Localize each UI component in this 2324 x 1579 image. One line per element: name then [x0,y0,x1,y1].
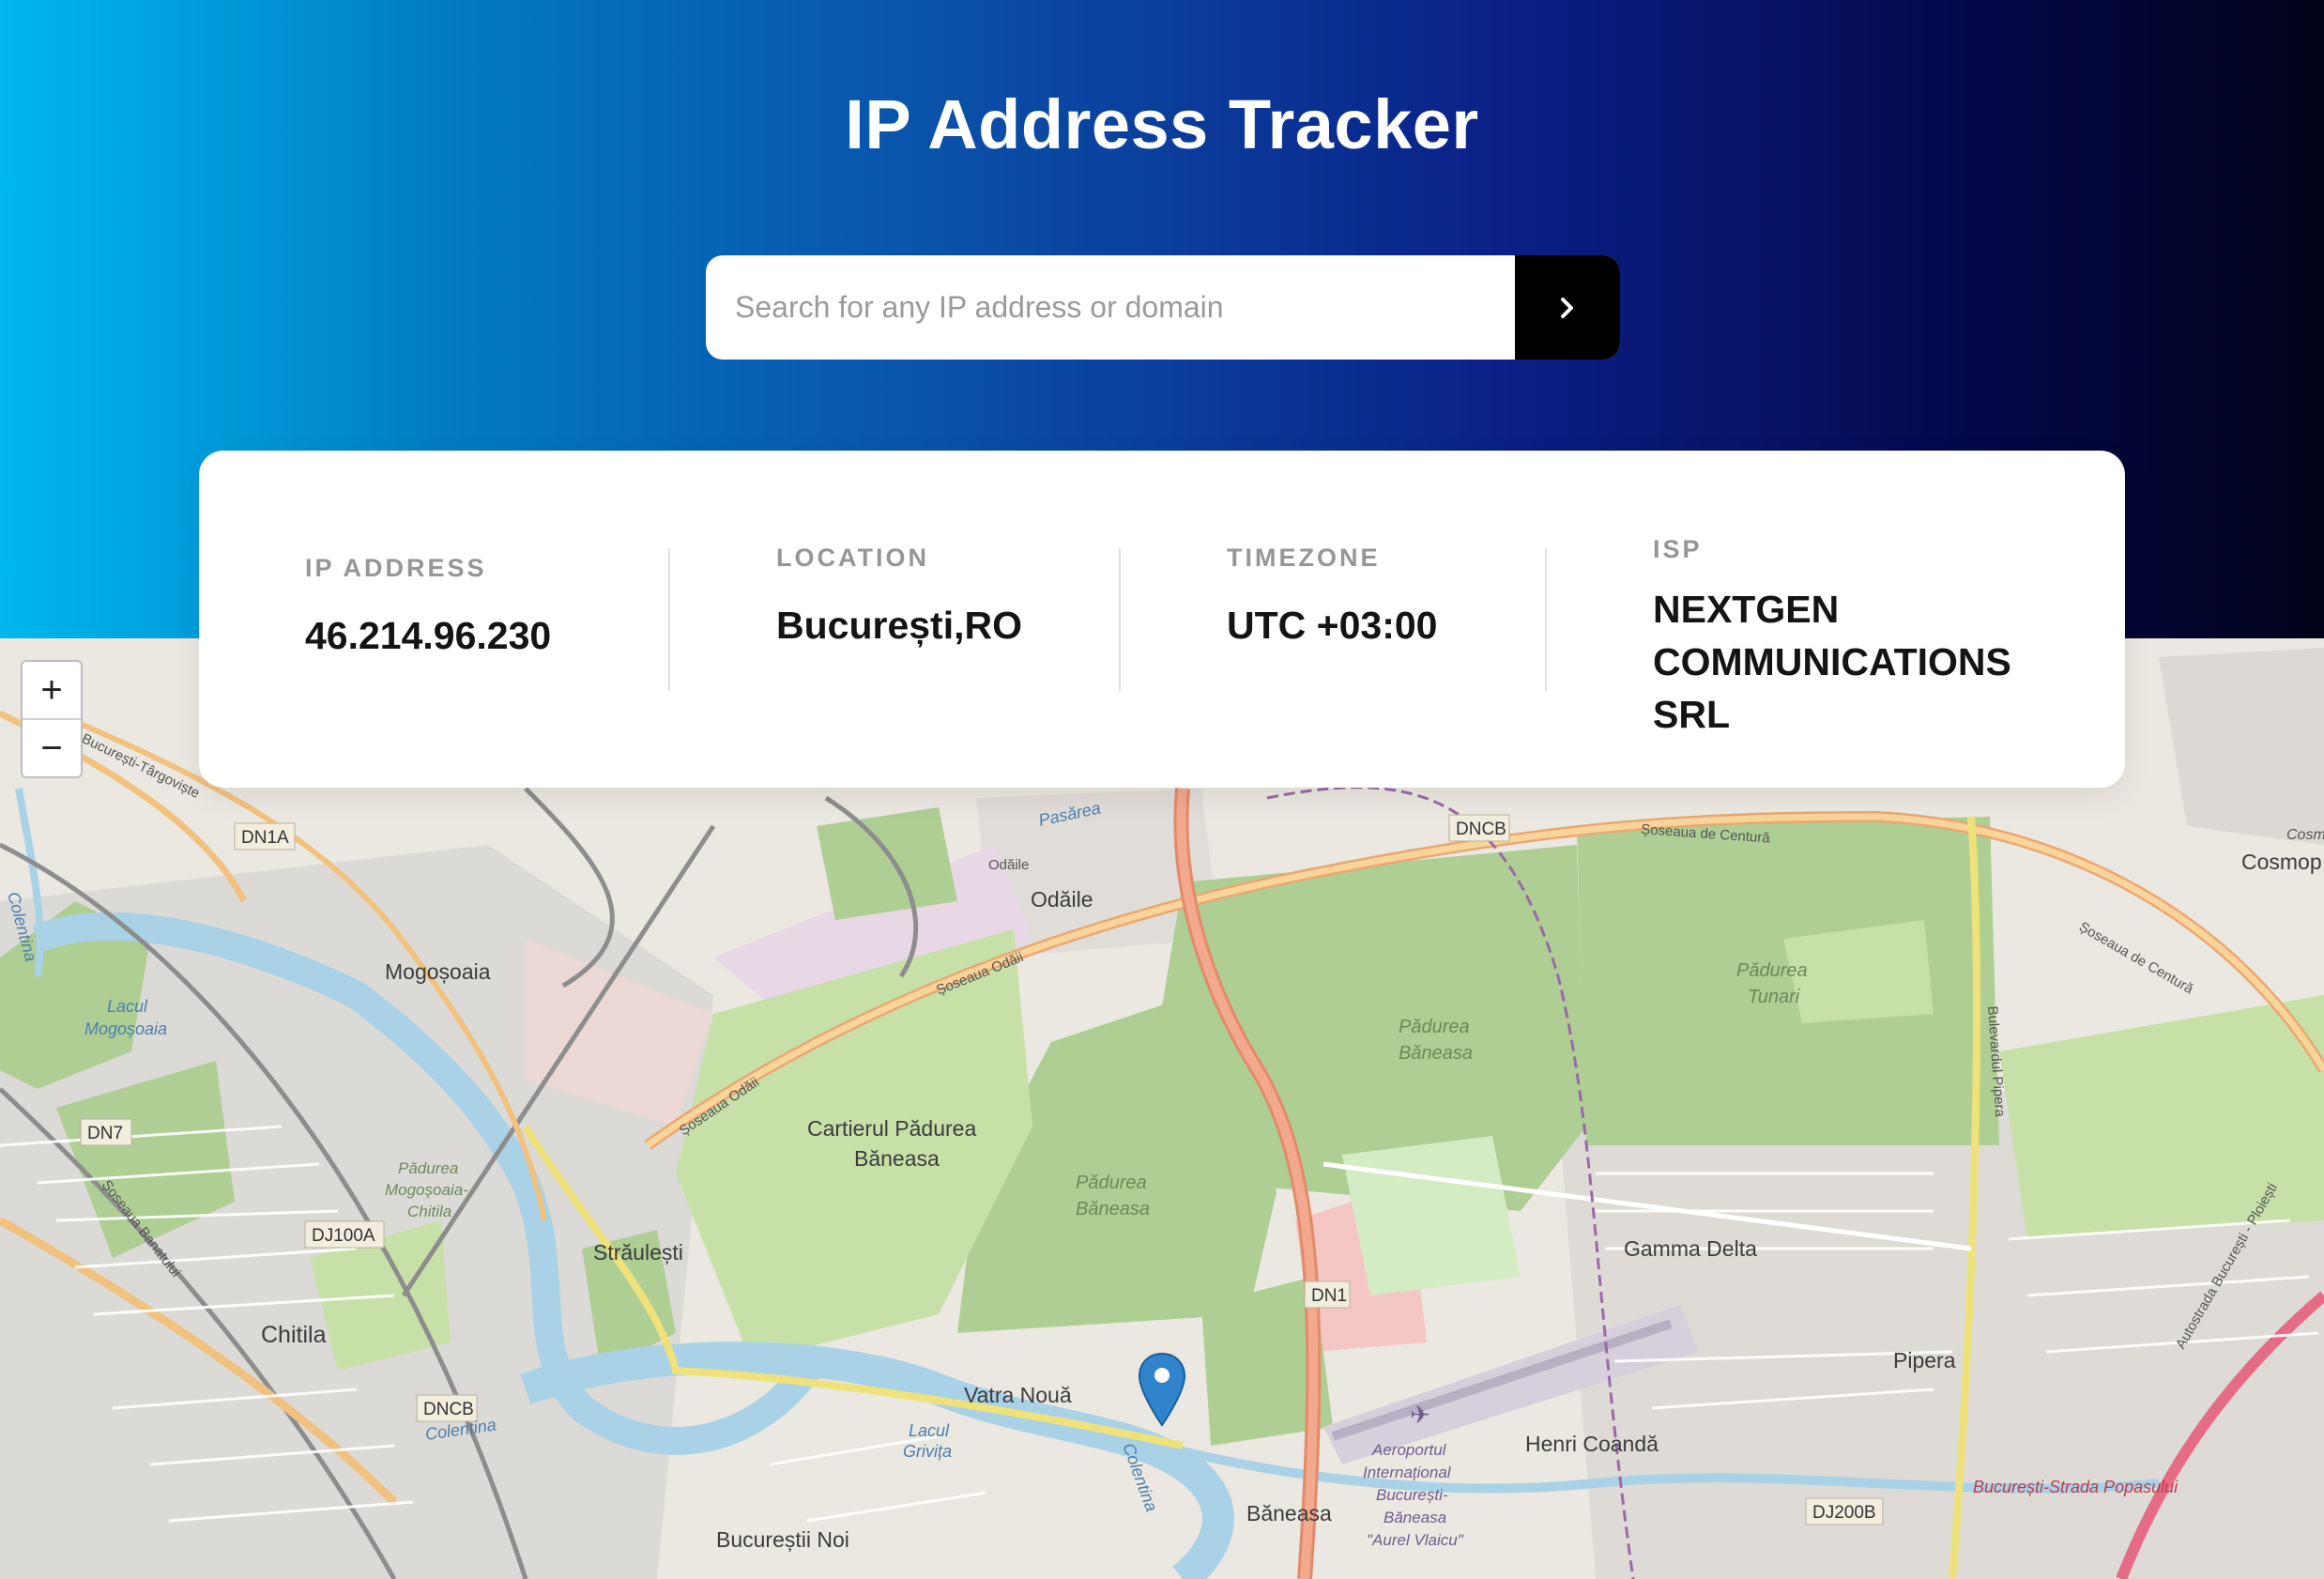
ip-address-value: 46.214.96.230 [305,614,552,657]
ip-address-section: IP ADDRESS 46.214.96.230 [305,554,551,662]
zoom-out-button[interactable]: − [23,720,81,776]
ip-address-label: IP ADDRESS [305,554,487,582]
map-label-dncb: DNCB [423,1400,474,1419]
timezone-label: TIMEZONE [1227,544,1381,572]
timezone-section: TIMEZONE UTC +03:00 [1227,544,1437,652]
map-label-cosmop: Cosmop [2241,850,2322,874]
isp-line: NEXTGEN [1653,588,1840,631]
isp-value: NEXTGEN COMMUNICATIONS SRL [1653,583,2011,741]
map-label-forest: Mogoșoaia- [385,1181,468,1199]
timezone-value: UTC +03:00 [1227,604,1438,647]
map-label-odaile: Odăile [1031,887,1093,912]
map-label-mogosoaia: Mogoșoaia [385,959,491,984]
search-button[interactable] [1515,255,1620,360]
map-marker[interactable] [1138,1352,1186,1432]
map-label-pipera: Pipera [1893,1348,1956,1372]
divider [1545,548,1547,691]
isp-label: ISP [1653,535,1703,563]
map-label-dj100a: DJ100A [312,1226,375,1246]
airplane-icon: ✈ [1410,1401,1430,1429]
map-label-vatra-noua: Vatra Nouă [964,1383,1072,1407]
map-label-dncb: DNCB [1456,820,1506,839]
map-label-forest: Pădurea [1076,1173,1147,1193]
map-label-forest: Pădurea [398,1159,458,1177]
map-label-lake: Grivița [903,1442,952,1461]
search-input[interactable] [706,255,1513,360]
map-label-forest: Băneasa [1399,1043,1473,1064]
page-title: IP Address Tracker [845,85,1479,163]
zoom-control: + − [21,660,83,778]
map-label-cartierul: Băneasa [854,1146,940,1171]
map-label-airport: Aeroportul [1371,1441,1447,1459]
map-label-dn1: DN1 [1311,1286,1347,1306]
map-label-gamma-delta: Gamma Delta [1624,1236,1757,1261]
divider [668,548,670,691]
map-label-cosmop: Cosmop [2286,827,2324,843]
map-label-henri-coanda: Henri Coandă [1525,1432,1659,1456]
map-label-station: București-Strada Popasului [1973,1478,2179,1496]
zoom-in-button[interactable]: + [23,662,81,720]
map-label-airport: București- [1376,1486,1448,1504]
isp-line: SRL [1653,693,1730,736]
map-label-straulesti: Străulești [593,1240,683,1265]
map-label-forest: Tunari [1748,987,1800,1007]
map-label-forest: Chitila [407,1203,451,1220]
map-label-dn1a: DN1A [241,828,289,848]
map-label-lake: Mogoșoaia [84,1019,167,1038]
map-marker-icon [1138,1352,1186,1427]
map-label-lake: Lacul [909,1421,950,1440]
map-label-village: Odăile [988,857,1029,873]
map-label-airport: "Aurel Vlaicu" [1367,1531,1464,1549]
search-bar [706,255,1620,360]
map-label-baneasa: Băneasa [1246,1501,1332,1525]
map-label-airport: Băneasa [1384,1509,1446,1526]
map-label-chitila: Chitila [261,1322,327,1348]
divider [1119,548,1121,691]
location-label: LOCATION [776,544,929,572]
map-label-cartierul: Cartierul Pădurea [807,1116,976,1141]
map-label-forest: Băneasa [1076,1199,1150,1219]
info-card: IP ADDRESS 46.214.96.230 LOCATION Bucure… [199,451,2125,788]
isp-section: ISP NEXTGEN COMMUNICATIONS SRL [1653,535,2011,741]
location-section: LOCATION București,RO [776,544,1022,652]
chevron-right-icon [1561,297,1573,318]
map-label-forest: Pădurea [1399,1017,1470,1037]
map-label-bucurestii-noi: Bucureștii Noi [716,1527,849,1552]
map-label-forest: Pădurea [1736,960,1808,981]
map-label-dn7: DN7 [87,1124,123,1143]
map-label-lake: Lacul [107,997,148,1016]
location-value: București,RO [776,604,1022,647]
map-label-airport: Internațional [1363,1464,1452,1481]
isp-line: COMMUNICATIONS [1653,640,2011,683]
map-label-dj200b: DJ200B [1812,1503,1876,1523]
